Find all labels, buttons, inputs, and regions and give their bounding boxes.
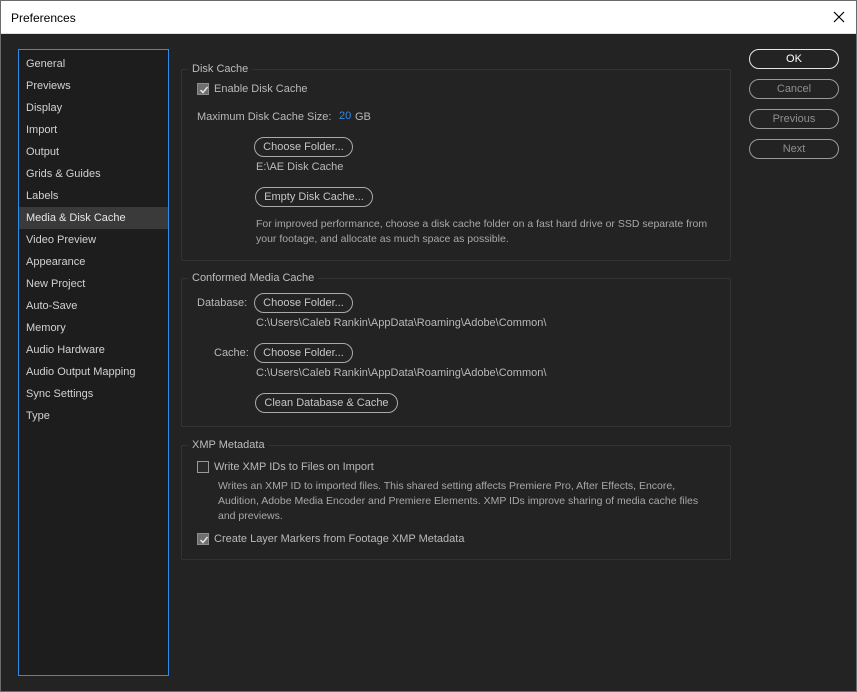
write-xmp-ids-checkbox[interactable] <box>197 461 209 473</box>
sidebar-item-media-disk-cache[interactable]: Media & Disk Cache <box>19 207 168 229</box>
xmp-metadata-group-label: XMP Metadata <box>188 439 269 451</box>
sidebar-item-audio-output-mapping[interactable]: Audio Output Mapping <box>19 361 168 383</box>
close-icon[interactable] <box>824 3 854 31</box>
previous-button[interactable]: Previous <box>749 109 839 129</box>
ok-button[interactable]: OK <box>749 49 839 69</box>
write-xmp-ids-label: Write XMP IDs to Files on Import <box>214 461 374 473</box>
create-layer-markers-checkbox[interactable] <box>197 533 209 545</box>
max-cache-size-value[interactable]: 20 <box>339 110 351 122</box>
sidebar-item-auto-save[interactable]: Auto-Save <box>19 295 168 317</box>
sidebar-item-previews[interactable]: Previews <box>19 75 168 97</box>
sidebar-item-appearance[interactable]: Appearance <box>19 251 168 273</box>
sidebar-item-display[interactable]: Display <box>19 97 168 119</box>
preferences-dialog: Preferences General Previews Display Import… <box>0 0 857 692</box>
checkmark-icon <box>199 536 209 544</box>
cache-label: Cache: <box>214 347 249 359</box>
write-xmp-ids-hint: Writes an XMP ID to imported files. This… <box>218 480 699 522</box>
disk-cache-hint: For improved performance, choose a disk … <box>256 218 708 245</box>
next-button[interactable]: Next <box>749 139 839 159</box>
conformed-media-cache-group-label: Conformed Media Cache <box>188 272 319 284</box>
choose-cache-folder-button[interactable]: Choose Folder... <box>254 343 353 363</box>
database-path: C:\Users\Caleb Rankin\AppData\Roaming\Ad… <box>256 317 547 329</box>
sidebar-item-video-preview[interactable]: Video Preview <box>19 229 168 251</box>
max-cache-size-label: Maximum Disk Cache Size: <box>197 111 332 123</box>
sidebar-item-output[interactable]: Output <box>19 141 168 163</box>
choose-disk-cache-folder-button[interactable]: Choose Folder... <box>254 137 353 157</box>
clean-database-cache-button[interactable]: Clean Database & Cache <box>255 393 398 413</box>
sidebar-item-import[interactable]: Import <box>19 119 168 141</box>
sidebar-item-general[interactable]: General <box>19 53 168 75</box>
sidebar-item-audio-hardware[interactable]: Audio Hardware <box>19 339 168 361</box>
sidebar-item-labels[interactable]: Labels <box>19 185 168 207</box>
enable-disk-cache-label: Enable Disk Cache <box>214 83 308 95</box>
sidebar-item-new-project[interactable]: New Project <box>19 273 168 295</box>
window-title: Preferences <box>11 11 76 25</box>
sidebar-item-memory[interactable]: Memory <box>19 317 168 339</box>
enable-disk-cache-checkbox[interactable] <box>197 83 209 95</box>
choose-database-folder-button[interactable]: Choose Folder... <box>254 293 353 313</box>
database-label: Database: <box>197 297 248 309</box>
cancel-button[interactable]: Cancel <box>749 79 839 99</box>
cache-path: C:\Users\Caleb Rankin\AppData\Roaming\Ad… <box>256 367 547 379</box>
disk-cache-group-label: Disk Cache <box>188 63 253 75</box>
sidebar-item-grids-guides[interactable]: Grids & Guides <box>19 163 168 185</box>
category-list: General Previews Display Import Output Grids … <box>18 49 169 676</box>
sidebar-item-sync-settings[interactable]: Sync Settings <box>19 383 168 405</box>
empty-disk-cache-button[interactable]: Empty Disk Cache... <box>255 187 373 207</box>
sidebar-item-type[interactable]: Type <box>19 405 168 427</box>
create-layer-markers-label: Create Layer Markers from Footage XMP Me… <box>214 533 465 545</box>
disk-cache-folder-path: E:\AE Disk Cache <box>256 161 344 173</box>
max-cache-size-unit: GB <box>355 111 371 123</box>
checkmark-icon <box>199 86 209 94</box>
title-bar: Preferences <box>1 1 856 34</box>
